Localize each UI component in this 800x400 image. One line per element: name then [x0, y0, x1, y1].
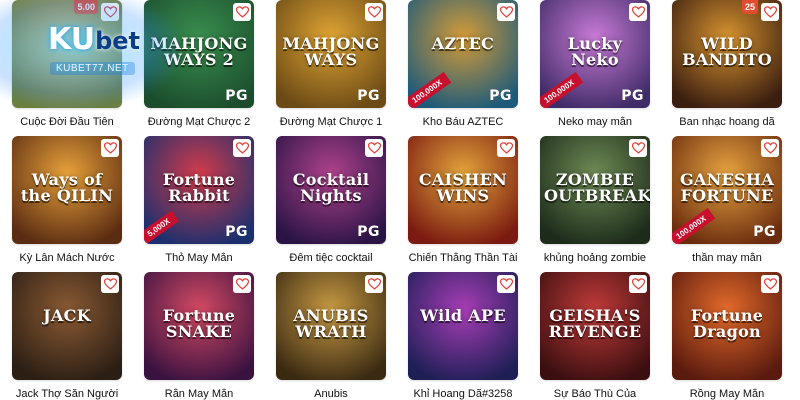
game-title-label[interactable]: Sự Báo Thù Của: [532, 388, 658, 400]
game-art-title: Cocktail Nights: [292, 170, 370, 205]
pg-provider-badge: PG: [489, 88, 512, 104]
game-title-label[interactable]: Jack Thợ Săn Người: [4, 388, 130, 400]
game-title-label[interactable]: Đường Mạt Chược 1: [268, 116, 394, 128]
game-art-title: MAHJONG WAYS: [282, 34, 380, 69]
game-art-title: ANUBIS WRATH: [293, 306, 369, 341]
pg-provider-badge: PG: [621, 88, 644, 104]
game-thumbnail[interactable]: 5.00: [12, 0, 122, 108]
game-title-label[interactable]: Khỉ Hoang Dã#3258: [400, 388, 526, 400]
game-art-title: Fortune Dragon: [690, 306, 764, 341]
game-title-label[interactable]: Rồng May Mắn: [664, 388, 790, 400]
game-title-label[interactable]: Neko may mắn: [532, 116, 658, 128]
game-card[interactable]: Fortune Dragon Rồng May Mắn: [672, 272, 782, 400]
game-card[interactable]: ZOMBIE OUTBREAK khủng hoảng zombie: [540, 136, 650, 264]
game-art-title: Lucky Neko: [567, 34, 623, 69]
game-thumbnail[interactable]: CAISHEN WINS: [408, 136, 518, 244]
game-title-label[interactable]: Ban nhạc hoang dã: [664, 116, 790, 128]
pg-provider-badge: PG: [357, 88, 380, 104]
game-title-label[interactable]: Chiến Thắng Thần Tài: [400, 252, 526, 264]
pg-provider-badge: PG: [753, 224, 776, 240]
favorite-heart-icon[interactable]: [365, 275, 383, 293]
game-title-label[interactable]: Anubis: [268, 388, 394, 400]
game-card[interactable]: WILD BANDITO 25 Ban nhạc hoang dã: [672, 0, 782, 128]
favorite-heart-icon[interactable]: [365, 139, 383, 157]
game-title-label[interactable]: Thỏ May Mắn: [136, 252, 262, 264]
favorite-heart-icon[interactable]: [101, 3, 119, 21]
game-card[interactable]: Ways of the QILIN Kỳ Lân Mách Nước: [12, 136, 122, 264]
game-thumbnail[interactable]: Wild APE: [408, 272, 518, 380]
pg-provider-badge: PG: [225, 88, 248, 104]
game-art-title: CAISHEN WINS: [418, 170, 508, 205]
game-card[interactable]: GANESHA FORTUNE PG 100,000X thần may mắn: [672, 136, 782, 264]
game-art-title: Ways of the QILIN: [20, 170, 114, 205]
game-art-title: MAHJONG WAYS 2: [150, 34, 248, 69]
favorite-heart-icon[interactable]: [629, 3, 647, 21]
favorite-heart-icon[interactable]: [101, 139, 119, 157]
game-art-title: AZTEC: [431, 34, 495, 53]
favorite-heart-icon[interactable]: [101, 275, 119, 293]
game-grid: 5.00 Cuộc Đời Đầu Tiên MAHJONG WAYS 2 PG Đườ…: [0, 0, 800, 400]
game-thumbnail[interactable]: GANESHA FORTUNE PG 100,000X: [672, 136, 782, 244]
game-thumbnail[interactable]: JACK: [12, 272, 122, 380]
game-title-label[interactable]: Kỳ Lân Mách Nước: [4, 252, 130, 264]
game-title-label[interactable]: Đêm tiệc cocktail: [268, 252, 394, 264]
favorite-heart-icon[interactable]: [497, 3, 515, 21]
favorite-heart-icon[interactable]: [629, 275, 647, 293]
game-art-title: WILD BANDITO: [682, 34, 772, 69]
game-title-label[interactable]: thần may mắn: [664, 252, 790, 264]
favorite-heart-icon[interactable]: [233, 139, 251, 157]
game-card[interactable]: Lucky Neko PG 100,000X Neko may mắn: [540, 0, 650, 128]
game-thumbnail[interactable]: Cocktail Nights PG: [276, 136, 386, 244]
corner-value-badge: 25: [741, 0, 758, 14]
game-art-title: GANESHA FORTUNE: [679, 170, 775, 205]
game-card[interactable]: CAISHEN WINS Chiến Thắng Thần Tài: [408, 136, 518, 264]
game-title-label[interactable]: khủng hoảng zombie: [532, 252, 658, 264]
game-thumbnail[interactable]: AZTEC PG 100,000X: [408, 0, 518, 108]
game-card[interactable]: JACK Jack Thợ Săn Người: [12, 272, 122, 400]
favorite-heart-icon[interactable]: [761, 275, 779, 293]
game-thumbnail[interactable]: ANUBIS WRATH: [276, 272, 386, 380]
game-title-label[interactable]: Rắn May Mắn: [136, 388, 262, 400]
corner-value-badge: 5.00: [74, 0, 98, 14]
favorite-heart-icon[interactable]: [497, 139, 515, 157]
game-art-title: Wild APE: [420, 306, 506, 325]
pg-provider-badge: PG: [357, 224, 380, 240]
game-thumbnail[interactable]: ZOMBIE OUTBREAK: [540, 136, 650, 244]
game-title-label[interactable]: Đường Mạt Chược 2: [136, 116, 262, 128]
game-art-title: ZOMBIE OUTBREAK: [544, 170, 650, 205]
game-thumbnail[interactable]: Fortune Rabbit PG 5,000X: [144, 136, 254, 244]
game-thumbnail[interactable]: GEISHA'S REVENGE: [540, 272, 650, 380]
game-thumbnail[interactable]: MAHJONG WAYS PG: [276, 0, 386, 108]
game-art-title: Fortune SNAKE: [162, 306, 236, 341]
game-thumbnail[interactable]: WILD BANDITO 25: [672, 0, 782, 108]
game-title-label[interactable]: Kho Báu AZTEC: [400, 116, 526, 128]
favorite-heart-icon[interactable]: [365, 3, 383, 21]
game-card[interactable]: MAHJONG WAYS PG Đường Mạt Chược 1: [276, 0, 386, 128]
favorite-heart-icon[interactable]: [761, 3, 779, 21]
favorite-heart-icon[interactable]: [497, 275, 515, 293]
game-art-title: GEISHA'S REVENGE: [548, 306, 642, 341]
favorite-heart-icon[interactable]: [761, 139, 779, 157]
game-card[interactable]: Cocktail Nights PG Đêm tiệc cocktail: [276, 136, 386, 264]
favorite-heart-icon[interactable]: [233, 275, 251, 293]
game-thumbnail[interactable]: Fortune SNAKE: [144, 272, 254, 380]
favorite-heart-icon[interactable]: [233, 3, 251, 21]
favorite-heart-icon[interactable]: [629, 139, 647, 157]
game-card[interactable]: ANUBIS WRATH Anubis: [276, 272, 386, 400]
game-card[interactable]: AZTEC PG 100,000X Kho Báu AZTEC: [408, 0, 518, 128]
game-card[interactable]: GEISHA'S REVENGE Sự Báo Thù Của: [540, 272, 650, 400]
game-thumbnail[interactable]: Lucky Neko PG 100,000X: [540, 0, 650, 108]
game-card[interactable]: Fortune Rabbit PG 5,000X Thỏ May Mắn: [144, 136, 254, 264]
game-card[interactable]: 5.00 Cuộc Đời Đầu Tiên: [12, 0, 122, 128]
game-title-label[interactable]: Cuộc Đời Đầu Tiên: [4, 116, 130, 128]
pg-provider-badge: PG: [225, 224, 248, 240]
game-thumbnail[interactable]: Ways of the QILIN: [12, 136, 122, 244]
game-thumbnail[interactable]: Fortune Dragon: [672, 272, 782, 380]
game-thumbnail[interactable]: MAHJONG WAYS 2 PG: [144, 0, 254, 108]
game-art-title: Fortune Rabbit: [162, 170, 236, 205]
game-card[interactable]: Fortune SNAKE Rắn May Mắn: [144, 272, 254, 400]
game-art-title: JACK: [43, 306, 91, 325]
game-card[interactable]: Wild APE Khỉ Hoang Dã#3258: [408, 272, 518, 400]
game-card[interactable]: MAHJONG WAYS 2 PG Đường Mạt Chược 2: [144, 0, 254, 128]
